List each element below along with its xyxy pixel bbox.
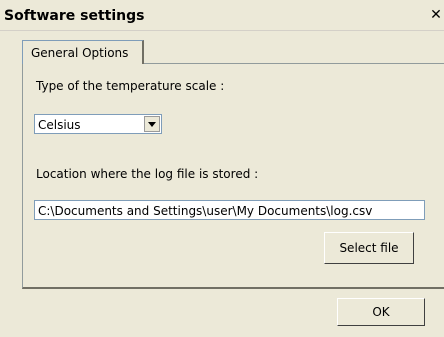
tab-general-options[interactable]: General Options — [22, 40, 144, 64]
settings-dialog: Software settings ✕ General Options Type… — [0, 0, 444, 337]
select-file-label: Select file — [339, 241, 399, 255]
temperature-scale-label: Type of the temperature scale : — [36, 79, 225, 93]
chevron-down-icon[interactable] — [144, 116, 160, 132]
log-path-value: C:\Documents and Settings\user\My Docume… — [38, 204, 373, 218]
ok-label: OK — [372, 305, 390, 319]
temperature-scale-value: Celsius — [38, 118, 81, 132]
window-title: Software settings — [4, 8, 145, 24]
tab-label: General Options — [31, 46, 129, 60]
log-path-input[interactable]: C:\Documents and Settings\user\My Docume… — [34, 200, 425, 220]
ok-button[interactable]: OK — [337, 298, 425, 326]
temperature-scale-select[interactable]: Celsius — [34, 114, 162, 134]
select-file-button[interactable]: Select file — [324, 232, 414, 264]
close-icon[interactable]: ✕ — [428, 8, 444, 24]
log-location-label: Location where the log file is stored : — [36, 167, 259, 181]
title-bar: Software settings ✕ — [0, 0, 444, 31]
